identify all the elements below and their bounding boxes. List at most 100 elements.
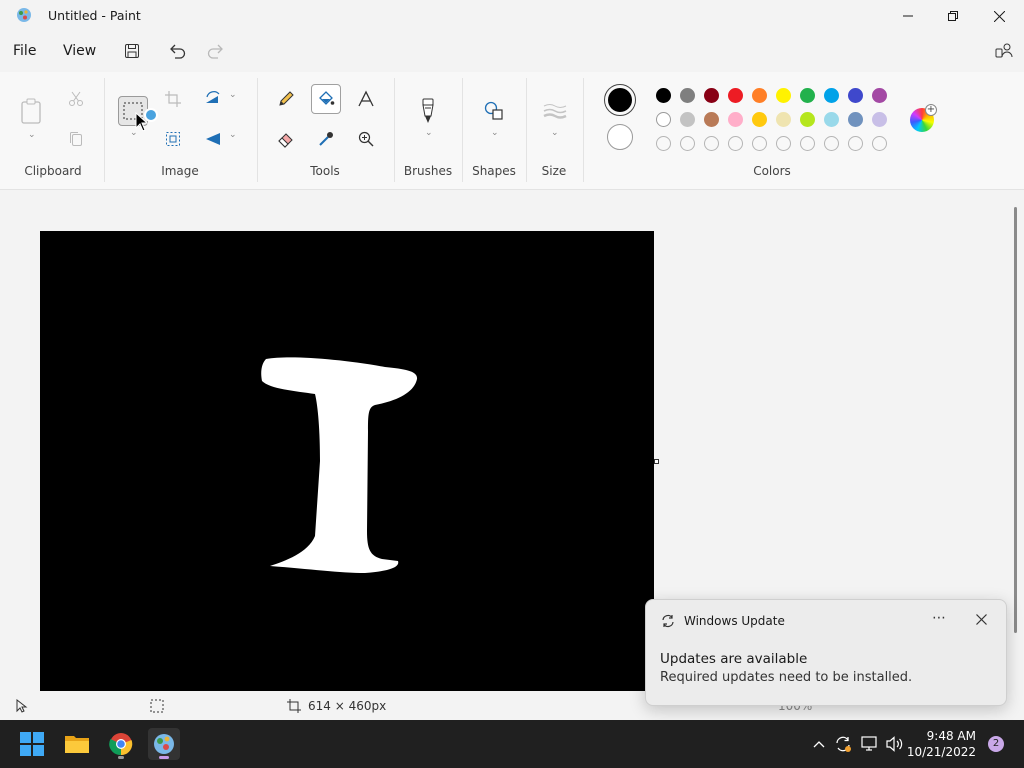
minimize-button[interactable] (885, 0, 931, 32)
group-label-brushes: Brushes (403, 164, 453, 178)
more-options-icon[interactable]: ⋯ (932, 610, 946, 626)
select-dropdown-icon[interactable]: ⌄ (130, 128, 138, 138)
redo-icon[interactable] (206, 41, 226, 61)
notification-count-badge[interactable]: 2 (988, 736, 1004, 752)
color-swatch[interactable] (752, 112, 767, 127)
color-swatch[interactable] (704, 112, 719, 127)
vertical-scrollbar[interactable] (1014, 207, 1017, 633)
group-label-clipboard: Clipboard (24, 164, 82, 178)
shapes-dropdown-icon[interactable]: ⌄ (491, 128, 499, 138)
color-swatch[interactable] (848, 88, 863, 103)
update-tray-icon[interactable] (833, 734, 853, 754)
notification-close-icon[interactable] (976, 614, 987, 629)
color-swatch[interactable] (680, 112, 695, 127)
pencil-icon (279, 91, 294, 106)
color-swatch[interactable] (728, 112, 743, 127)
crop-button[interactable] (158, 84, 188, 114)
clock-time: 9:48 AM (926, 729, 976, 743)
chrome-button[interactable] (105, 728, 137, 760)
color-swatch[interactable] (800, 88, 815, 103)
rotate-button[interactable] (198, 84, 228, 114)
flip-button[interactable] (198, 124, 228, 154)
resize-icon (166, 132, 180, 146)
fill-button[interactable] (311, 84, 341, 114)
custom-color-slot[interactable] (776, 136, 791, 151)
size-button[interactable] (540, 96, 570, 126)
restore-button[interactable] (930, 0, 976, 32)
color-swatch[interactable] (872, 112, 887, 127)
save-icon[interactable] (122, 41, 142, 61)
text-button[interactable] (351, 84, 381, 114)
color-swatch[interactable] (752, 88, 767, 103)
custom-color-slot[interactable] (704, 136, 719, 151)
file-explorer-button[interactable] (61, 728, 93, 760)
canvas-resize-handle[interactable] (654, 459, 659, 464)
custom-color-slot[interactable] (872, 136, 887, 151)
windows-update-notification[interactable]: Windows Update ⋯ Updates are available R… (645, 599, 1007, 706)
custom-color-slot[interactable] (728, 136, 743, 151)
magnifier-button[interactable] (351, 124, 381, 154)
color-swatch[interactable] (848, 112, 863, 127)
menu-bar: File View (0, 32, 1024, 72)
custom-color-slot[interactable] (824, 136, 839, 151)
undo-icon[interactable] (167, 41, 187, 61)
color-swatch[interactable] (824, 88, 839, 103)
color-picker-icon (319, 132, 333, 146)
flip-dropdown-icon[interactable]: ⌄ (229, 130, 237, 140)
drawing-canvas[interactable] (40, 231, 654, 691)
rotate-dropdown-icon[interactable]: ⌄ (229, 90, 237, 100)
primary-color-button[interactable] (604, 84, 636, 116)
magnifier-icon (358, 131, 374, 147)
custom-color-slot[interactable] (680, 136, 695, 151)
color-swatch[interactable] (872, 88, 887, 103)
color-swatch[interactable] (824, 112, 839, 127)
edit-colors-button[interactable]: + (910, 104, 937, 132)
text-icon (358, 90, 374, 107)
cursor-position-icon (16, 698, 28, 717)
color-swatch[interactable] (728, 88, 743, 103)
notification-body: Required updates need to be installed. (660, 670, 913, 685)
color-swatch[interactable] (656, 88, 671, 103)
start-button[interactable] (16, 728, 48, 760)
brushes-button[interactable] (413, 94, 443, 128)
ribbon-toolbar: ⌄ Clipboard ⌄ ⌄ ⌄ Image Tools ⌄ Brushes … (0, 72, 1024, 190)
paint-taskbar-button[interactable] (148, 728, 180, 760)
close-button[interactable] (976, 0, 1022, 32)
custom-color-slot[interactable] (752, 136, 767, 151)
menu-view[interactable]: View (63, 43, 96, 59)
volume-icon[interactable] (885, 734, 905, 754)
size-dropdown-icon[interactable]: ⌄ (551, 128, 559, 138)
copy-button[interactable] (61, 124, 91, 154)
menu-file[interactable]: File (13, 43, 36, 59)
color-picker-button[interactable] (311, 124, 341, 154)
secondary-color-button[interactable] (607, 124, 633, 150)
color-swatch[interactable] (704, 88, 719, 103)
color-swatch[interactable] (776, 112, 791, 127)
custom-color-slot[interactable] (848, 136, 863, 151)
primary-color-swatch (608, 88, 632, 112)
separator (104, 78, 105, 182)
clock[interactable]: 9:48 AM 10/21/2022 (907, 728, 976, 760)
color-swatch[interactable] (776, 88, 791, 103)
custom-color-slot[interactable] (800, 136, 815, 151)
brushes-dropdown-icon[interactable]: ⌄ (425, 128, 433, 138)
eraser-button[interactable] (271, 124, 301, 154)
color-swatch[interactable] (656, 112, 671, 127)
network-icon[interactable] (860, 734, 880, 754)
cut-button[interactable] (61, 84, 91, 114)
fill-bucket-icon (319, 91, 335, 105)
active-indicator (159, 756, 169, 759)
custom-color-slot[interactable] (656, 136, 671, 151)
show-hidden-icons-chevron-icon[interactable] (809, 734, 829, 754)
shapes-icon (484, 101, 503, 120)
paste-button[interactable] (16, 94, 46, 128)
shapes-button[interactable] (479, 96, 509, 126)
resize-button[interactable] (158, 124, 188, 154)
color-swatch[interactable] (800, 112, 815, 127)
account-icon[interactable] (994, 41, 1014, 61)
paste-dropdown-icon[interactable]: ⌄ (28, 130, 36, 140)
letter-i-drawing (261, 357, 418, 573)
color-swatch[interactable] (680, 88, 695, 103)
pencil-button[interactable] (271, 84, 301, 114)
canvas-size-icon (287, 699, 301, 717)
